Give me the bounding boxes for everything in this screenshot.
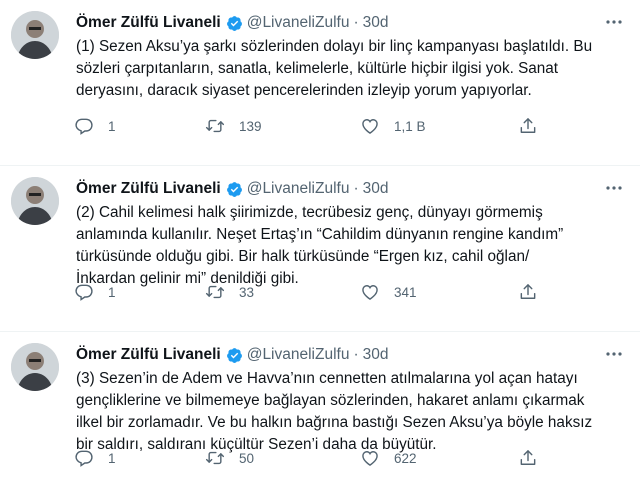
separator: · — [353, 14, 359, 31]
timestamp[interactable]: 30d — [363, 14, 389, 32]
timestamp[interactable]: 30d — [363, 346, 389, 364]
reply-button[interactable]: 1 — [74, 446, 116, 470]
verified-badge-icon — [226, 15, 243, 32]
tweet-text: (2) Cahil kelimesi halk şiirimizde, tecr… — [76, 204, 564, 287]
separator: · — [353, 180, 359, 197]
like-button[interactable]: 1,1 B — [360, 114, 426, 138]
avatar[interactable] — [11, 177, 59, 225]
share-icon — [518, 282, 538, 302]
tweet[interactable]: Ömer Zülfü Livaneli @LivaneliZulfu · 30d… — [0, 166, 640, 332]
tweet-header: Ömer Zülfü Livaneli @LivaneliZulfu · 30d — [76, 13, 389, 33]
retweet-icon — [205, 448, 225, 468]
more-horizontal-icon[interactable] — [603, 178, 625, 198]
retweet-button[interactable]: 139 — [205, 114, 262, 138]
reply-button[interactable]: 1 — [74, 114, 116, 138]
author-name[interactable]: Ömer Zülfü Livaneli — [76, 346, 221, 364]
reply-icon — [74, 448, 94, 468]
tweet[interactable]: Ömer Zülfü Livaneli @LivaneliZulfu · 30d… — [0, 0, 640, 166]
avatar[interactable] — [11, 11, 59, 59]
more-horizontal-icon[interactable] — [603, 12, 625, 32]
retweet-count: 139 — [239, 118, 262, 134]
tweet-actions: 1 50 622 — [0, 446, 640, 470]
like-button[interactable]: 341 — [360, 280, 417, 304]
share-button[interactable] — [518, 446, 538, 470]
share-icon — [518, 116, 538, 136]
author-handle[interactable]: @LivaneliZulfu — [247, 346, 350, 364]
reply-icon — [74, 116, 94, 136]
timestamp[interactable]: 30d — [363, 180, 389, 198]
retweet-icon — [205, 116, 225, 136]
retweet-button[interactable]: 33 — [205, 280, 254, 304]
separator: · — [353, 346, 359, 363]
retweet-button[interactable]: 50 — [205, 446, 254, 470]
reply-count: 1 — [108, 450, 116, 466]
more-horizontal-icon[interactable] — [603, 344, 625, 364]
heart-icon — [360, 282, 380, 302]
author-name[interactable]: Ömer Zülfü Livaneli — [76, 180, 221, 198]
retweet-icon — [205, 282, 225, 302]
share-icon — [518, 448, 538, 468]
tweet-text: (3) Sezen’in de Adem ve Havva’nın cennet… — [76, 370, 593, 453]
avatar[interactable] — [11, 343, 59, 391]
author-handle[interactable]: @LivaneliZulfu — [247, 14, 350, 32]
tweet[interactable]: Ömer Zülfü Livaneli @LivaneliZulfu · 30d… — [0, 332, 640, 498]
reply-button[interactable]: 1 — [74, 280, 116, 304]
author-handle[interactable]: @LivaneliZulfu — [247, 180, 350, 198]
retweet-count: 33 — [239, 284, 255, 300]
verified-badge-icon — [226, 181, 243, 198]
tweet-header: Ömer Zülfü Livaneli @LivaneliZulfu · 30d — [76, 345, 389, 365]
share-button[interactable] — [518, 114, 538, 138]
retweet-count: 50 — [239, 450, 255, 466]
heart-icon — [360, 448, 380, 468]
tweet-actions: 1 139 1,1 B — [0, 114, 640, 138]
tweet-actions: 1 33 341 — [0, 280, 640, 304]
reply-count: 1 — [108, 284, 116, 300]
like-count: 341 — [394, 284, 417, 300]
like-count: 622 — [394, 450, 417, 466]
reply-icon — [74, 282, 94, 302]
heart-icon — [360, 116, 380, 136]
verified-badge-icon — [226, 347, 243, 364]
tweet-header: Ömer Zülfü Livaneli @LivaneliZulfu · 30d — [76, 179, 389, 199]
like-button[interactable]: 622 — [360, 446, 417, 470]
tweet-text: (1) Sezen Aksu’ya şarkı sözlerinden dola… — [76, 38, 593, 99]
share-button[interactable] — [518, 280, 538, 304]
reply-count: 1 — [108, 118, 116, 134]
like-count: 1,1 B — [394, 118, 426, 134]
author-name[interactable]: Ömer Zülfü Livaneli — [76, 14, 221, 32]
